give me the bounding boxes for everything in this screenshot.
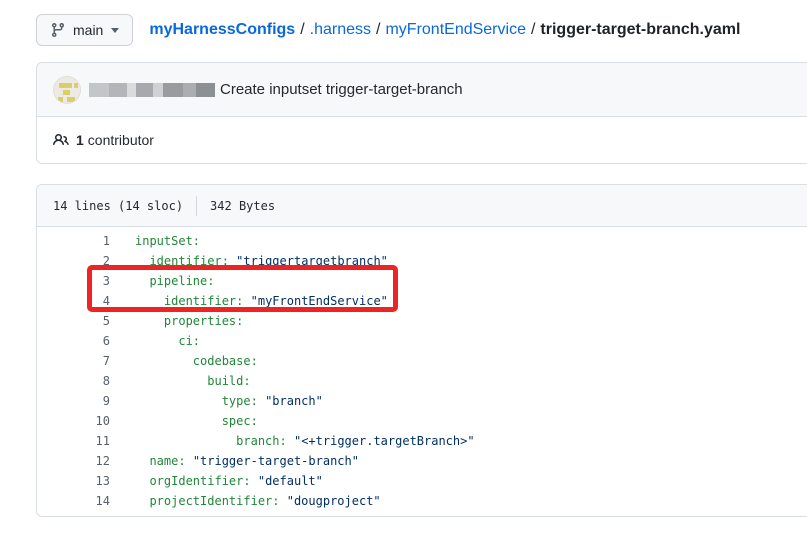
line-number[interactable]: 12 — [37, 451, 110, 471]
commit-message-link[interactable]: Create inputset trigger-target-branch — [220, 81, 463, 98]
code-line: 1inputSet: — [37, 231, 807, 251]
line-content: name: "trigger-target-branch" — [110, 451, 359, 471]
line-number[interactable]: 13 — [37, 471, 110, 491]
line-number[interactable]: 5 — [37, 311, 110, 331]
code-line: 4 identifier: "myFrontEndService" — [37, 291, 807, 311]
code-line: 7 codebase: — [37, 351, 807, 371]
line-number[interactable]: 2 — [37, 251, 110, 271]
redacted-block — [163, 83, 183, 97]
redacted-block — [183, 83, 196, 97]
code-line: 2 identifier: "triggertargetbranch" — [37, 251, 807, 271]
line-content: projectIdentifier: "dougproject" — [110, 491, 381, 511]
code-line: 13 orgIdentifier: "default" — [37, 471, 807, 491]
contributor-label[interactable]: contributor — [88, 132, 154, 148]
code-line: 12 name: "trigger-target-branch" — [37, 451, 807, 471]
code-line: 10 spec: — [37, 411, 807, 431]
chevron-down-icon — [111, 28, 119, 33]
code-line: 6 ci: — [37, 331, 807, 351]
commit-header: Create inputset trigger-target-branch — [37, 63, 807, 117]
avatar[interactable] — [53, 76, 81, 104]
github-file-page: main myHarnessConfigs / .harness / myFrontEn… — [0, 0, 807, 533]
breadcrumb-separator: / — [300, 21, 304, 38]
code-line: 14 projectIdentifier: "dougproject" — [37, 491, 807, 511]
redacted-block — [153, 83, 163, 97]
divider — [196, 196, 197, 216]
line-content: inputSet: — [110, 231, 200, 251]
code-line: 5 properties: — [37, 311, 807, 331]
file-size: 342 Bytes — [210, 199, 275, 213]
line-content: pipeline: — [110, 271, 214, 291]
redacted-block — [109, 83, 127, 97]
contributors-row: 1 contributor — [37, 117, 807, 163]
line-number[interactable]: 14 — [37, 491, 110, 511]
file-navigation-bar: main myHarnessConfigs / .harness / myFrontEn… — [36, 14, 807, 46]
line-content: identifier: "triggertargetbranch" — [110, 251, 388, 271]
file-meta-bar: 14 lines (14 sloc) 342 Bytes — [37, 185, 807, 227]
redacted-block — [127, 83, 136, 97]
line-number[interactable]: 1 — [37, 231, 110, 251]
line-number[interactable]: 4 — [37, 291, 110, 311]
breadcrumb: myHarnessConfigs / .harness / myFrontEndServ… — [149, 21, 740, 39]
breadcrumb-link[interactable]: myHarnessConfigs — [149, 21, 295, 38]
line-content: orgIdentifier: "default" — [110, 471, 323, 491]
line-content: properties: — [110, 311, 243, 331]
breadcrumb-link[interactable]: .harness — [310, 21, 371, 38]
git-branch-icon — [50, 22, 66, 38]
code-line: 3 pipeline: — [37, 271, 807, 291]
line-content: codebase: — [110, 351, 258, 371]
redacted-block — [89, 83, 109, 97]
line-content: ci: — [110, 331, 200, 351]
code-viewer: 1inputSet:2 identifier: "triggertargetbr… — [37, 227, 807, 516]
line-number[interactable]: 9 — [37, 391, 110, 411]
line-number[interactable]: 10 — [37, 411, 110, 431]
code-line: 11 branch: "<+trigger.targetBranch>" — [37, 431, 807, 451]
contributor-count[interactable]: 1 — [76, 132, 84, 148]
line-content: branch: "<+trigger.targetBranch>" — [110, 431, 475, 451]
breadcrumb-link[interactable]: myFrontEndService — [385, 21, 526, 38]
breadcrumb-separator: / — [531, 21, 535, 38]
redacted-block — [136, 83, 153, 97]
branch-name-label: main — [73, 22, 103, 38]
breadcrumb-separator: / — [376, 21, 380, 38]
line-content: spec: — [110, 411, 258, 431]
file-lines-info: 14 lines (14 sloc) — [53, 199, 183, 213]
line-number[interactable]: 11 — [37, 431, 110, 451]
line-content: build: — [110, 371, 251, 391]
breadcrumb-current-file: trigger-target-branch.yaml — [540, 21, 740, 38]
code-line: 9 type: "branch" — [37, 391, 807, 411]
code-line: 8 build: — [37, 371, 807, 391]
file-blob-box: 14 lines (14 sloc) 342 Bytes 1inputSet:2… — [36, 184, 807, 517]
line-content: type: "branch" — [110, 391, 323, 411]
redacted-block — [196, 83, 215, 97]
line-number[interactable]: 8 — [37, 371, 110, 391]
commit-author-redacted — [89, 83, 215, 97]
line-number[interactable]: 6 — [37, 331, 110, 351]
line-number[interactable]: 7 — [37, 351, 110, 371]
latest-commit-box: Create inputset trigger-target-branch 1 … — [36, 62, 807, 164]
branch-selector-button[interactable]: main — [36, 14, 133, 46]
people-icon — [53, 132, 69, 148]
line-content: identifier: "myFrontEndService" — [110, 291, 388, 311]
line-number[interactable]: 3 — [37, 271, 110, 291]
